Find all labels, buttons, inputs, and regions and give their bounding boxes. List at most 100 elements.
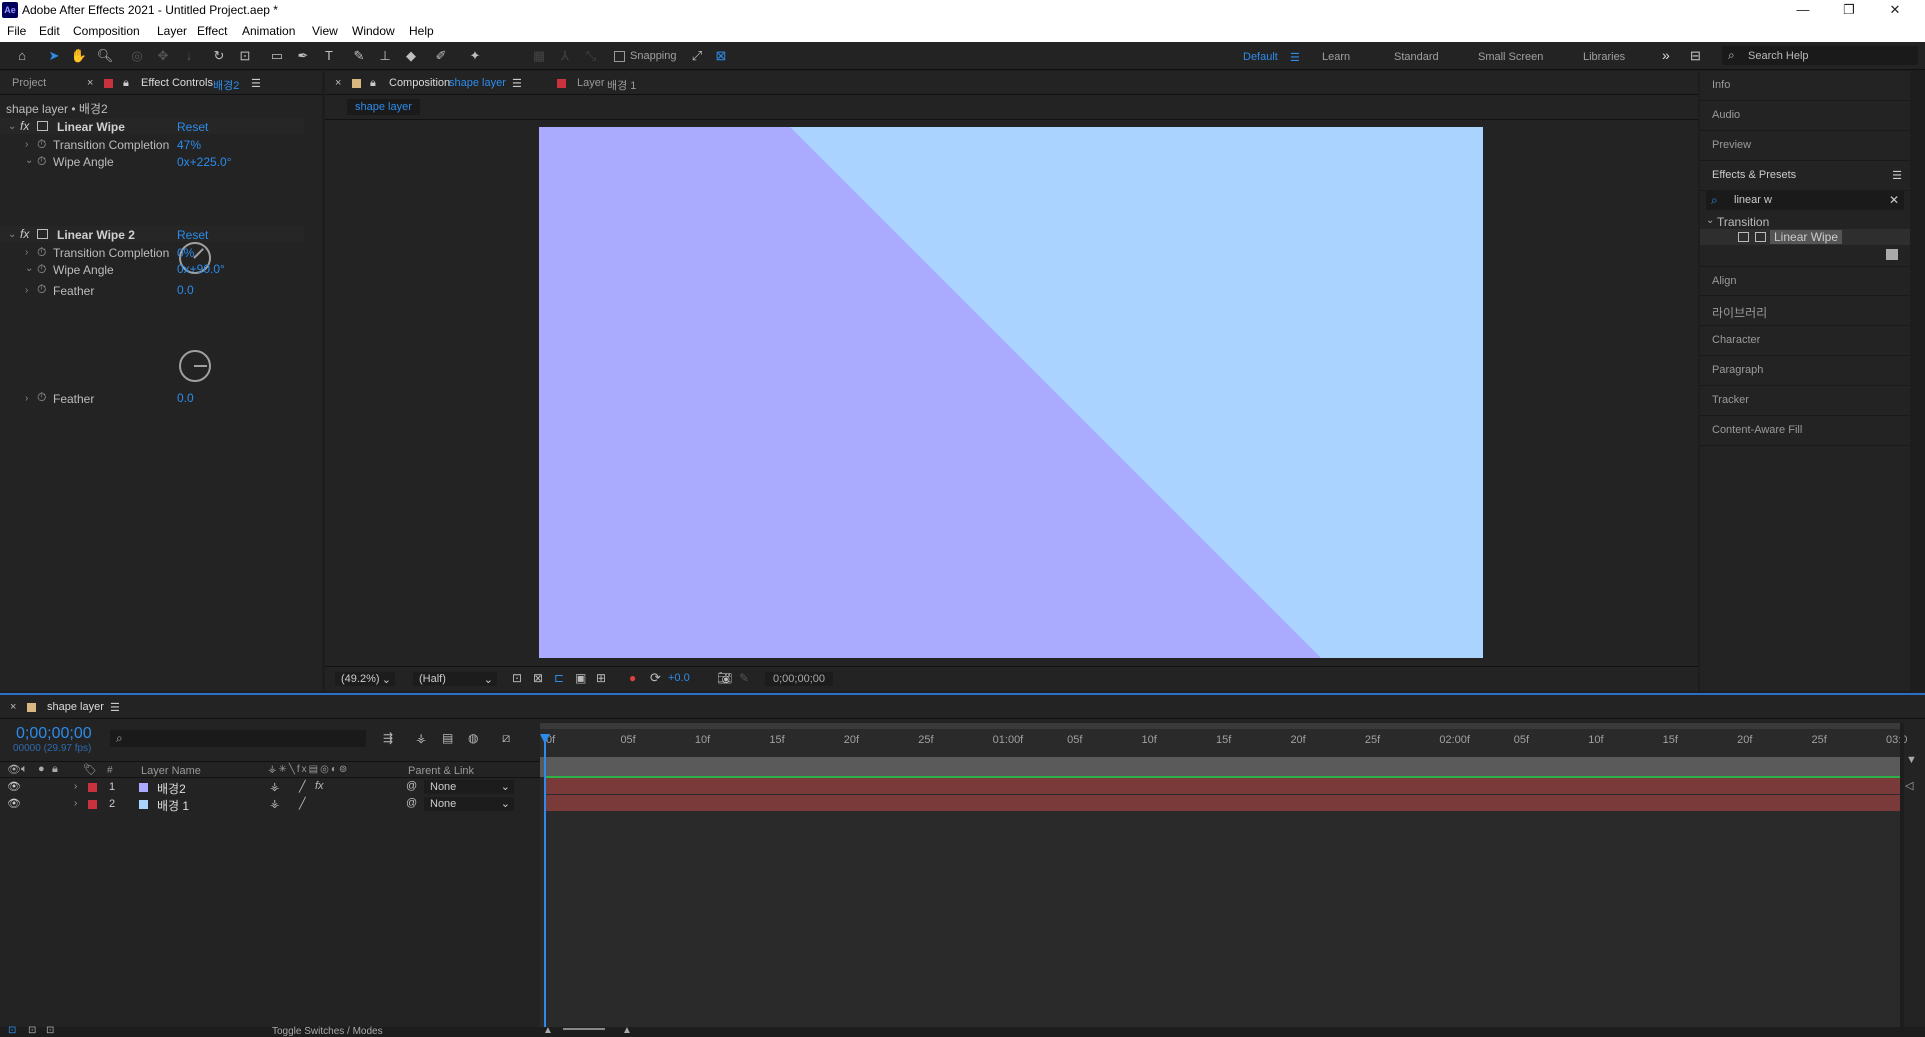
effects-category[interactable]: Transition (1717, 215, 1769, 229)
character-panel[interactable]: Character (1700, 326, 1910, 356)
workspace-standard[interactable]: Standard (1394, 51, 1439, 63)
work-area-bar[interactable] (540, 723, 1904, 729)
tab-composition-name[interactable]: shape layer (449, 77, 506, 89)
layer-duration-bar[interactable] (546, 778, 1901, 794)
snapshot-icon[interactable]: 📷︎ (717, 671, 732, 685)
expand-icon[interactable]: › (74, 798, 77, 809)
sync-settings-icon[interactable]: ⊟ (1690, 48, 1701, 64)
menu-layer[interactable]: Layer (157, 24, 187, 38)
restore-button[interactable]: ❐ (1826, 0, 1872, 20)
parent-dropdown[interactable]: None ⌄ (424, 780, 514, 794)
zoom-in-icon[interactable]: ▲ (622, 1025, 632, 1036)
fx-icon[interactable]: fx (20, 119, 29, 133)
layer-name-column[interactable]: Layer Name (141, 765, 201, 777)
rotation-tool-icon[interactable]: ↻ (210, 47, 228, 65)
zoom-slider[interactable] (563, 1028, 605, 1030)
zoom-dropdown[interactable]: (49.2%) ⌄ (335, 672, 395, 686)
fx-icon[interactable]: fx (20, 227, 29, 241)
stopwatch-icon[interactable]: ⏱︎ (37, 282, 46, 297)
comp-breadcrumb[interactable]: shape layer (347, 99, 420, 115)
fx-switch-icon[interactable]: fx (315, 780, 324, 792)
search-help-field[interactable]: ⌕ Search Help (1722, 46, 1918, 65)
align-panel[interactable]: Align (1700, 266, 1910, 296)
menu-window[interactable]: Window (352, 24, 395, 38)
mask-visibility-icon[interactable]: ⊏ (554, 671, 564, 685)
close-tab-icon[interactable]: × (87, 77, 93, 89)
current-time-indicator[interactable] (544, 739, 546, 1027)
menu-edit[interactable]: Edit (39, 24, 60, 38)
collapse-icon[interactable]: ⌄ (25, 155, 33, 166)
timeline-search-field[interactable]: ⌕ (110, 730, 366, 747)
pan-camera-icon[interactable]: ✥ (154, 47, 172, 65)
collapse-icon[interactable]: ⌄ (25, 263, 33, 274)
quality-switch-icon[interactable]: ╱ (299, 780, 306, 793)
stopwatch-icon[interactable]: ⏱︎ (37, 245, 46, 260)
exposure-value[interactable]: +0.0 (668, 672, 690, 684)
expand-icon[interactable]: › (74, 781, 77, 792)
menu-effect[interactable]: Effect (197, 24, 227, 38)
comp-mini-flowchart-icon[interactable]: ⇶ (383, 731, 393, 745)
composition-viewer[interactable] (539, 127, 1483, 658)
lock-icon[interactable]: 🔒︎ (370, 77, 376, 90)
workspace-menu-icon[interactable]: ☰ (1290, 51, 1300, 64)
timeline-track-area[interactable]: 0f 05f 10f 15f 20f 25f 01:00f 05f 10f 15f 20f 25f 02… (540, 723, 1907, 1027)
panel-menu-icon[interactable]: ☰ (110, 701, 120, 714)
show-channel-icon[interactable]: ● (629, 671, 636, 685)
pan-behind-tool-icon[interactable]: ⊡ (236, 47, 254, 65)
panel-menu-icon[interactable]: ☰ (512, 77, 522, 90)
transparency-grid-icon[interactable]: ⊠ (533, 671, 543, 685)
visibility-eye-icon[interactable]: 👁︎ (7, 797, 21, 810)
show-snapshot-icon[interactable]: ✎ (739, 671, 749, 685)
stopwatch-icon[interactable]: ⏱︎ (37, 390, 46, 405)
tab-composition[interactable]: Composition (389, 77, 450, 89)
brush-tool-icon[interactable]: ✎ (350, 47, 368, 65)
panel-menu-icon[interactable]: ☰ (1892, 169, 1902, 182)
pick-whip-icon[interactable]: @ (406, 780, 417, 792)
tab-project[interactable]: Project (12, 77, 46, 89)
shy-switch-icon[interactable]: ⚶ (270, 780, 279, 793)
eraser-tool-icon[interactable]: ◆ (402, 47, 420, 65)
axis-world-icon[interactable]: ⅄ (556, 47, 574, 65)
feather-value[interactable]: 0.0 (177, 391, 194, 405)
tracker-panel[interactable]: Tracker (1700, 386, 1910, 416)
fast-preview-icon[interactable]: ⊡ (512, 671, 522, 685)
parent-dropdown[interactable]: None ⌄ (424, 797, 514, 811)
reset-exposure-icon[interactable]: ⟳ (650, 670, 661, 686)
zoom-tool-icon[interactable]: 🔍︎ (96, 47, 114, 65)
work-area-range[interactable] (540, 757, 1904, 777)
comp-marker-bin-icon[interactable]: ▼ (1906, 754, 1917, 766)
workspace-libraries[interactable]: Libraries (1583, 51, 1625, 63)
audio-panel[interactable]: Audio (1700, 101, 1910, 131)
axis-view-icon[interactable]: ⤡ (582, 47, 600, 65)
preview-panel[interactable]: Preview (1700, 131, 1910, 161)
zoom-out-icon[interactable]: ▲ (543, 1025, 553, 1036)
layer-label-color[interactable] (88, 783, 97, 792)
collapse-icon[interactable]: ⌄ (8, 229, 16, 240)
grid-guides-icon[interactable]: ⊞ (596, 671, 606, 685)
stretch-icon[interactable]: ⊡ (46, 1025, 54, 1036)
puppet-pin-tool-icon[interactable]: ✦ (466, 47, 484, 65)
quality-switch-icon[interactable]: ╱ (299, 797, 306, 810)
visibility-eye-icon[interactable]: 👁︎ (7, 780, 21, 793)
expand-icon[interactable]: › (25, 393, 28, 404)
workspace-default[interactable]: Default (1243, 51, 1278, 63)
wipe-angle-value[interactable]: 0x+90.0° (177, 262, 225, 276)
paragraph-panel[interactable]: Paragraph (1700, 356, 1910, 386)
workspace-small-screen[interactable]: Small Screen (1478, 51, 1543, 63)
region-of-interest-icon[interactable]: ▣ (575, 671, 586, 685)
expand-icon[interactable]: › (25, 247, 28, 258)
snap-features-icon[interactable]: ⊠ (712, 47, 730, 65)
snapping-checkbox[interactable] (614, 51, 625, 62)
tab-effect-controls-layer[interactable]: 배경2 (213, 77, 239, 93)
draft-3d-icon[interactable]: ⚶ (416, 731, 426, 745)
more-workspaces-button[interactable]: » (1662, 47, 1670, 63)
info-panel[interactable]: Info (1700, 71, 1910, 101)
stopwatch-icon[interactable]: ⏱︎ (37, 137, 46, 152)
clone-stamp-tool-icon[interactable]: ⊥ (376, 47, 394, 65)
hand-tool-icon[interactable]: ✋ (70, 47, 88, 65)
shy-switch-icon[interactable]: ⚶ (270, 797, 279, 810)
feather-value[interactable]: 0.0 (177, 283, 194, 297)
reset-button[interactable]: Reset (177, 120, 208, 134)
axis-local-icon[interactable]: ▦ (530, 47, 548, 65)
workspace-learn[interactable]: Learn (1322, 51, 1350, 63)
